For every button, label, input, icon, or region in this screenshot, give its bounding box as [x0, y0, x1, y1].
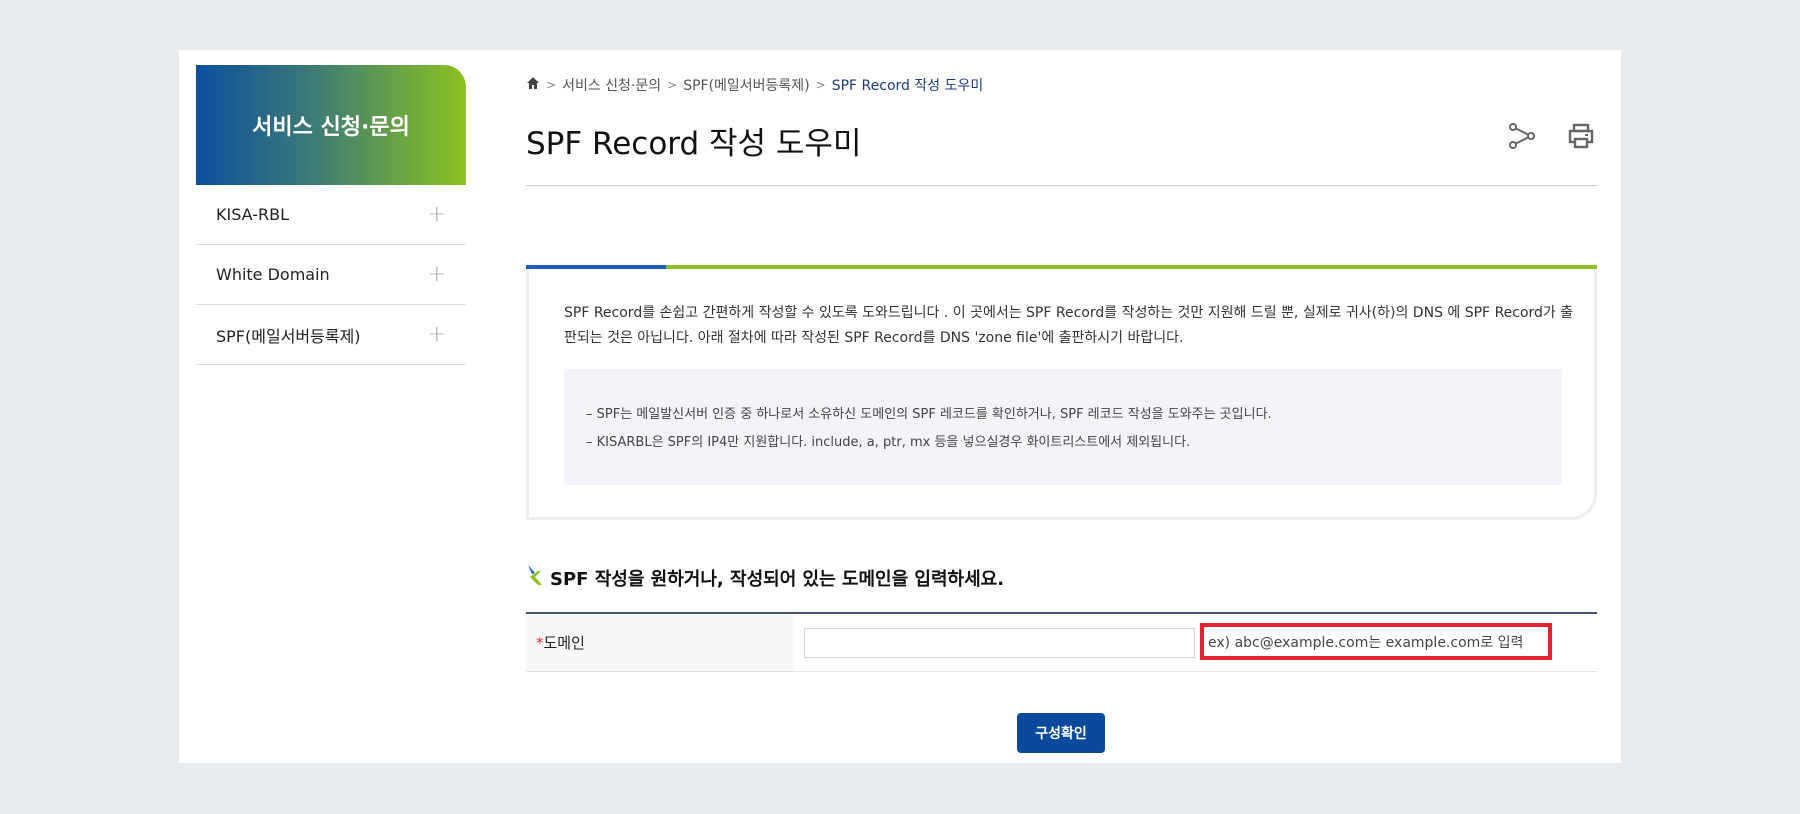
chevron-right-icon: > [815, 78, 826, 92]
domain-hint: ex) abc@example.com는 example.com로 입력 [1200, 623, 1552, 660]
info-box: SPF Record를 손쉽고 간편하게 작성할 수 있도록 도와드립니다 . … [526, 265, 1597, 520]
domain-input[interactable] [804, 628, 1195, 658]
page-title: SPF Record 작성 도우미 [526, 126, 862, 162]
plus-icon: + [427, 262, 446, 287]
intro-text: SPF Record를 손쉽고 간편하게 작성할 수 있도록 도와드립니다 . … [564, 305, 1574, 346]
chevron-right-icon: > [546, 78, 557, 92]
chevron-bullet-icon [526, 563, 544, 592]
required-mark: * [536, 633, 544, 652]
breadcrumb-item[interactable]: SPF(메일서버등록제) [683, 75, 809, 95]
domain-label: * 도메인 [526, 614, 793, 671]
note-item: – KISARBL은 SPF의 IP4만 지원합니다. include, a, … [586, 435, 1191, 450]
breadcrumb-current: SPF Record 작성 도우미 [831, 78, 984, 94]
breadcrumb-item[interactable]: 서비스 신청·문의 [562, 75, 661, 95]
share-icon[interactable] [1508, 122, 1536, 150]
plus-icon: + [427, 322, 446, 347]
breadcrumb: > 서비스 신청·문의 > SPF(메일서버등록제) > SPF Record … [526, 75, 983, 95]
sidebar-item-white-domain[interactable]: White Domain + [196, 245, 466, 305]
print-icon[interactable] [1567, 122, 1595, 150]
plus-icon: + [427, 202, 446, 227]
submit-button[interactable]: 구성확인 [1017, 713, 1105, 753]
sidebar-item-kisa-rbl[interactable]: KISA-RBL + [196, 185, 466, 245]
section-heading: SPF 작성을 원하거나, 작성되어 있는 도메인을 입력하세요. [526, 563, 1004, 592]
domain-form-table: * 도메인 ex) abc@example.com는 example.com로 입… [526, 612, 1597, 672]
note-box: – SPF는 메일발신서버 인증 중 하나로서 소유하신 도메인의 SPF 레코… [564, 369, 1562, 485]
sidebar-item-label: White Domain [216, 265, 330, 284]
domain-label-text: 도메인 [543, 634, 585, 652]
sidebar-item-spf[interactable]: SPF(메일서버등록제) + [196, 305, 466, 365]
section-heading-text: SPF 작성을 원하거나, 작성되어 있는 도메인을 입력하세요. [550, 568, 1005, 590]
header-divider [526, 185, 1597, 186]
note-item: – SPF는 메일발신서버 인증 중 하나로서 소유하신 도메인의 SPF 레코… [586, 407, 1272, 422]
chevron-right-icon: > [667, 78, 678, 92]
sidebar-item-label: KISA-RBL [216, 205, 290, 224]
home-icon[interactable] [526, 76, 540, 94]
sidebar-title: 서비스 신청·문의 [196, 65, 466, 185]
sidebar-item-label: SPF(메일서버등록제) [216, 326, 361, 346]
